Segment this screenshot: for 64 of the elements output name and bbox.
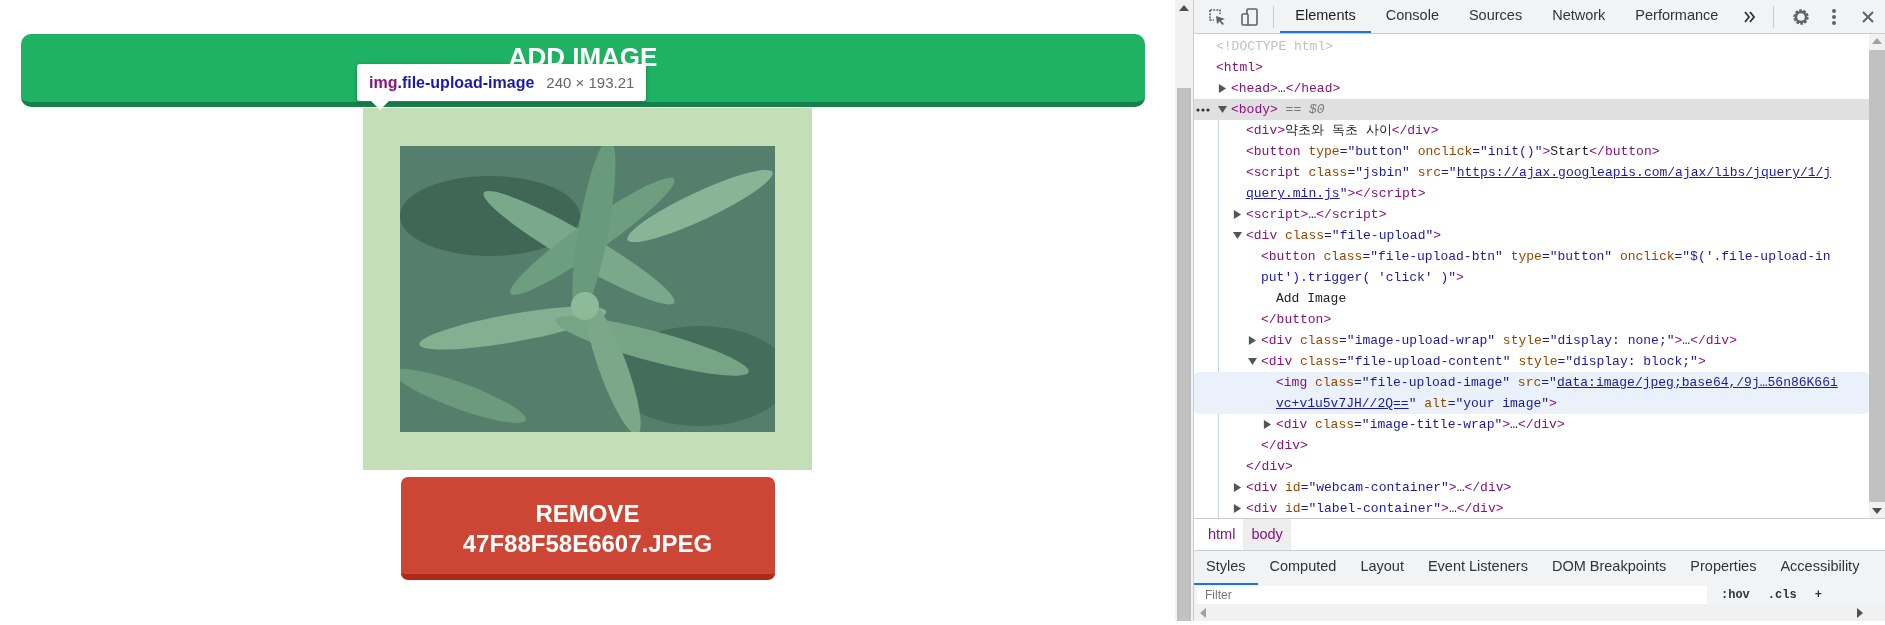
dom-node[interactable]: <button class="file-upload-btn" type="button" onclick="$('.file-upload-in put').trigger( 'click' )"> bbox=[1194, 246, 1869, 288]
closing-tag: </div> bbox=[1194, 435, 1869, 456]
dom-node[interactable]: Add Image bbox=[1194, 288, 1869, 309]
panel-tab[interactable]: Properties bbox=[1678, 551, 1769, 585]
dom-node[interactable]: <div id="label-container">…</div> bbox=[1194, 498, 1869, 518]
style-tool-button[interactable]: :hov bbox=[1717, 587, 1754, 603]
panel-tab[interactable]: Layout bbox=[1348, 551, 1416, 585]
devtools-tab[interactable]: Console bbox=[1370, 0, 1454, 33]
collapsed-caret-icon[interactable] bbox=[1233, 504, 1242, 513]
tooltip-size: 240 × 193.21 bbox=[546, 74, 635, 91]
menu-icon[interactable] bbox=[1831, 7, 1838, 26]
elements-scrollbar[interactable] bbox=[1869, 34, 1885, 518]
dom-node[interactable]: <body> == $0 bbox=[1194, 99, 1869, 120]
dom-node[interactable]: <html> bbox=[1194, 57, 1869, 78]
collapsed-caret-icon[interactable] bbox=[1218, 84, 1227, 93]
collapsed-caret-icon[interactable] bbox=[1233, 210, 1242, 219]
filter-field[interactable]: Filter bbox=[1197, 586, 1707, 604]
settings-icon[interactable] bbox=[1790, 6, 1811, 27]
breadcrumb[interactable]: html bbox=[1200, 519, 1244, 550]
closing-tag: </button> bbox=[1194, 309, 1869, 330]
tooltip-class: .file-upload-image bbox=[397, 73, 535, 91]
dom-node[interactable]: <div class="image-title-wrap">…</div> bbox=[1194, 414, 1869, 435]
dom-node[interactable]: <button type="button" onclick="init()">Start</button> bbox=[1194, 141, 1869, 162]
collapsed-caret-icon[interactable] bbox=[1233, 483, 1242, 492]
panel-tab[interactable]: Event Listeners bbox=[1415, 551, 1540, 585]
collapsed-caret-icon[interactable] bbox=[1263, 420, 1272, 429]
panel-tab[interactable]: DOM Breakpoints bbox=[1539, 551, 1679, 585]
close-icon[interactable] bbox=[1861, 9, 1876, 24]
dom-node[interactable]: <div class="image-upload-wrap" style="display: none;">…</div> bbox=[1194, 330, 1869, 351]
collapsed-caret-icon[interactable] bbox=[1248, 336, 1257, 345]
code-link[interactable]: query.min.js bbox=[1246, 186, 1340, 201]
expanded-caret-icon[interactable] bbox=[1248, 357, 1257, 366]
panel-tab[interactable]: Computed bbox=[1257, 551, 1349, 585]
dom-node[interactable]: <head>…</head> bbox=[1194, 78, 1869, 99]
dom-node[interactable]: <div id="webcam-container">…</div> bbox=[1194, 477, 1869, 498]
scroll-right-icon[interactable] bbox=[1855, 607, 1865, 619]
dom-node[interactable]: <script>…</script> bbox=[1194, 204, 1869, 225]
dom-node[interactable]: <div>약초와 독초 사이</div> bbox=[1194, 120, 1869, 141]
style-tool-button[interactable]: .cls bbox=[1763, 587, 1801, 603]
code-link[interactable]: data:image/jpeg;base64,/9j…56n86K66i bbox=[1556, 375, 1838, 390]
devtools-tab[interactable]: Network bbox=[1537, 0, 1621, 33]
page-scrollbar[interactable] bbox=[1175, 0, 1193, 621]
devtools-tab[interactable]: Sources bbox=[1453, 0, 1538, 33]
tooltip-tag: img bbox=[369, 73, 398, 91]
expanded-caret-icon[interactable] bbox=[1218, 105, 1227, 114]
expanded-caret-icon[interactable] bbox=[1233, 231, 1242, 240]
code-link[interactable]: vc+v1u5v7JH//2Q== bbox=[1276, 396, 1409, 411]
closing-tag: </div> bbox=[1194, 456, 1869, 477]
remove-image-button[interactable]: REMOVE 47F88F58E6607.JPEG bbox=[400, 477, 775, 580]
devtools-tab[interactable]: Elements bbox=[1280, 0, 1371, 33]
dom-node[interactable]: <div class="file-upload"> bbox=[1194, 225, 1869, 246]
code-link[interactable]: https://ajax.googleapis.com/ajax/libs/jquery/1/j bbox=[1456, 165, 1832, 180]
horizontal-scrollbar[interactable] bbox=[1194, 605, 1885, 621]
dom-node[interactable]: <img class="file-upload-image" src="data:image/jpeg;base64,/9j…56n86K66i vc+v1u5v7JH//2Q==" alt="your image"> bbox=[1194, 372, 1869, 414]
devtools-tab[interactable]: Performance bbox=[1620, 0, 1734, 33]
more-tabs-icon[interactable] bbox=[1743, 9, 1758, 24]
dom-node[interactable]: <script class="jsbin" src="https://ajax.googleapis.com/ajax/libs/jquery/1/j query.min.js"></script> bbox=[1194, 162, 1869, 204]
breadcrumb[interactable]: body bbox=[1243, 519, 1291, 550]
dom-node[interactable]: <div class="file-upload-content" style="display: block;"> bbox=[1194, 351, 1869, 372]
panel-tab[interactable]: Accessibility bbox=[1768, 551, 1872, 585]
ellipsis-icon[interactable] bbox=[1196, 108, 1210, 112]
style-tool-button[interactable]: + bbox=[1810, 587, 1826, 603]
inspect-icon[interactable] bbox=[1206, 6, 1227, 27]
device-toolbar-icon[interactable] bbox=[1240, 6, 1261, 27]
